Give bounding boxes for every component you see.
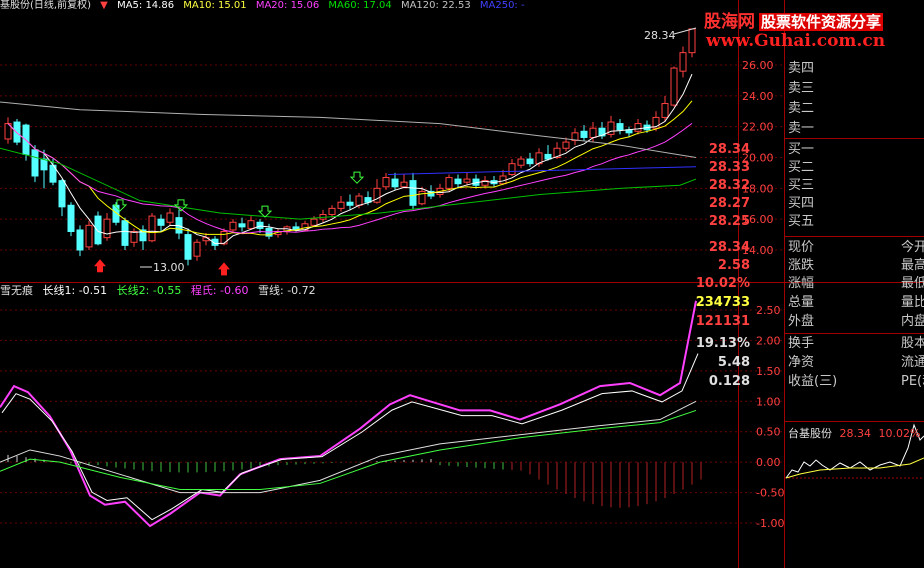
candle-body: [148, 215, 156, 242]
ma10-label: MA10: 15.01: [183, 0, 247, 11]
indicator-tick-label: 0.00: [756, 456, 781, 469]
candle-body: [310, 218, 318, 226]
red-up-arrow-icon: [218, 262, 230, 276]
indicator-long2-line: [0, 409, 697, 491]
candle-body: [328, 207, 336, 216]
candle-body: [346, 201, 354, 206]
candle-body: [562, 141, 570, 149]
main-chart-header: 基股份(日线,前复权) ▼ MA5: 14.86 MA10: 15.01 MA2…: [0, 0, 531, 12]
ma250-line: [387, 166, 697, 175]
candle-body: [184, 234, 192, 260]
indicator-line1: 长线1: -0.51: [42, 284, 108, 297]
candle-body: [634, 123, 642, 132]
candle-body: [247, 220, 255, 229]
down-arrow-icon: ▼: [100, 0, 108, 11]
candle-body: [166, 212, 174, 223]
indicator-tick-label: 2.50: [756, 304, 781, 317]
indicator-tick-label: 1.50: [756, 365, 781, 378]
mini-stock-name: 台基股份: [788, 427, 832, 440]
indicator-long1-line: [0, 400, 697, 494]
candle-body: [688, 28, 696, 54]
ma5-line: [7, 73, 693, 245]
logo-url: www.Guhai.com.cn: [706, 31, 886, 51]
indicator-line2: 长线2: -0.55: [116, 284, 182, 297]
ma60-line: [0, 147, 697, 220]
candle-body: [130, 231, 138, 243]
red-up-arrow-icon: [94, 259, 106, 273]
indicator-line4: 雪线: -0.72: [258, 284, 316, 297]
candle-body: [85, 224, 93, 248]
candle-body: [67, 204, 75, 233]
candle-body: [337, 201, 345, 209]
candle-body: [526, 158, 534, 165]
indicator-tick-label: 1.00: [756, 395, 781, 408]
site-logo: 股海网 股票软件资源分享 www.Guhai.com.cn: [700, 5, 924, 57]
candle-body: [616, 123, 624, 131]
ma120-label: MA120: 22.53: [400, 0, 471, 11]
buy-signal-arrow-icon: [257, 205, 273, 218]
candle-body: [193, 241, 201, 257]
ma5-label: MA5: 14.86: [117, 0, 175, 11]
indicator-tick-label: 0.50: [756, 426, 781, 439]
candle-body: [661, 103, 669, 118]
candle-body: [31, 149, 39, 177]
candle-body: [382, 177, 390, 188]
candle-body: [76, 229, 84, 251]
ma250-label: MA250: -: [479, 0, 525, 11]
candle-body: [670, 67, 678, 106]
price-tick-label: 24.00: [742, 90, 774, 103]
candle-body: [94, 215, 102, 245]
mini-avg-line: [785, 457, 924, 479]
candle-body: [544, 153, 552, 160]
high-price-label: 28.34: [644, 29, 676, 42]
indicator-tick-label: -1.00: [756, 517, 784, 530]
candle-body: [454, 178, 462, 185]
candle-body: [589, 127, 597, 138]
ma60-label: MA60: 17.04: [328, 0, 392, 11]
indicator-tick-label: 2.00: [756, 334, 781, 347]
candle-body: [157, 218, 165, 226]
indicator-line3: 程氏: -0.60: [190, 284, 249, 297]
low-price-label: 13.00: [153, 261, 185, 274]
candle-body: [679, 52, 687, 72]
candle-body: [580, 130, 588, 138]
candle-body: [409, 180, 417, 206]
mini-chart-title: 台基股份 28.34 10.02%: [788, 425, 924, 441]
candle-body: [517, 158, 525, 166]
price-tick-label: 22.00: [742, 121, 774, 134]
indicator-tick-label: -0.50: [756, 487, 784, 500]
candle-body: [256, 221, 264, 229]
candle-body: [238, 223, 246, 228]
candle-body: [121, 220, 129, 246]
logo-title: 股海网: [704, 12, 755, 32]
price-tick-label: 26.00: [742, 59, 774, 72]
candle-body: [391, 178, 399, 188]
candle-body: [229, 221, 237, 231]
indicator-header: 雪无痕 长线1: -0.51 长线2: -0.55 程氏: -0.60 雪线: …: [0, 284, 322, 298]
indicator-name: 雪无痕: [0, 284, 33, 297]
candle-body: [445, 177, 453, 189]
logo-slogan: 股票软件资源分享: [759, 13, 884, 31]
candle-body: [508, 163, 516, 175]
candle-body: [355, 195, 363, 206]
candle-body: [400, 181, 408, 188]
candle-body: [58, 180, 66, 208]
candle-body: [40, 158, 48, 171]
mini-price: 28.34: [839, 427, 872, 440]
candle-body: [13, 121, 21, 143]
candle-body: [103, 218, 111, 239]
stock-title: 基股份(日线,前复权): [0, 0, 91, 11]
buy-signal-arrow-icon: [349, 171, 365, 184]
candle-body: [463, 178, 471, 183]
mini-pct: 10.02%: [878, 427, 921, 440]
ma20-label: MA20: 15.06: [255, 0, 320, 11]
